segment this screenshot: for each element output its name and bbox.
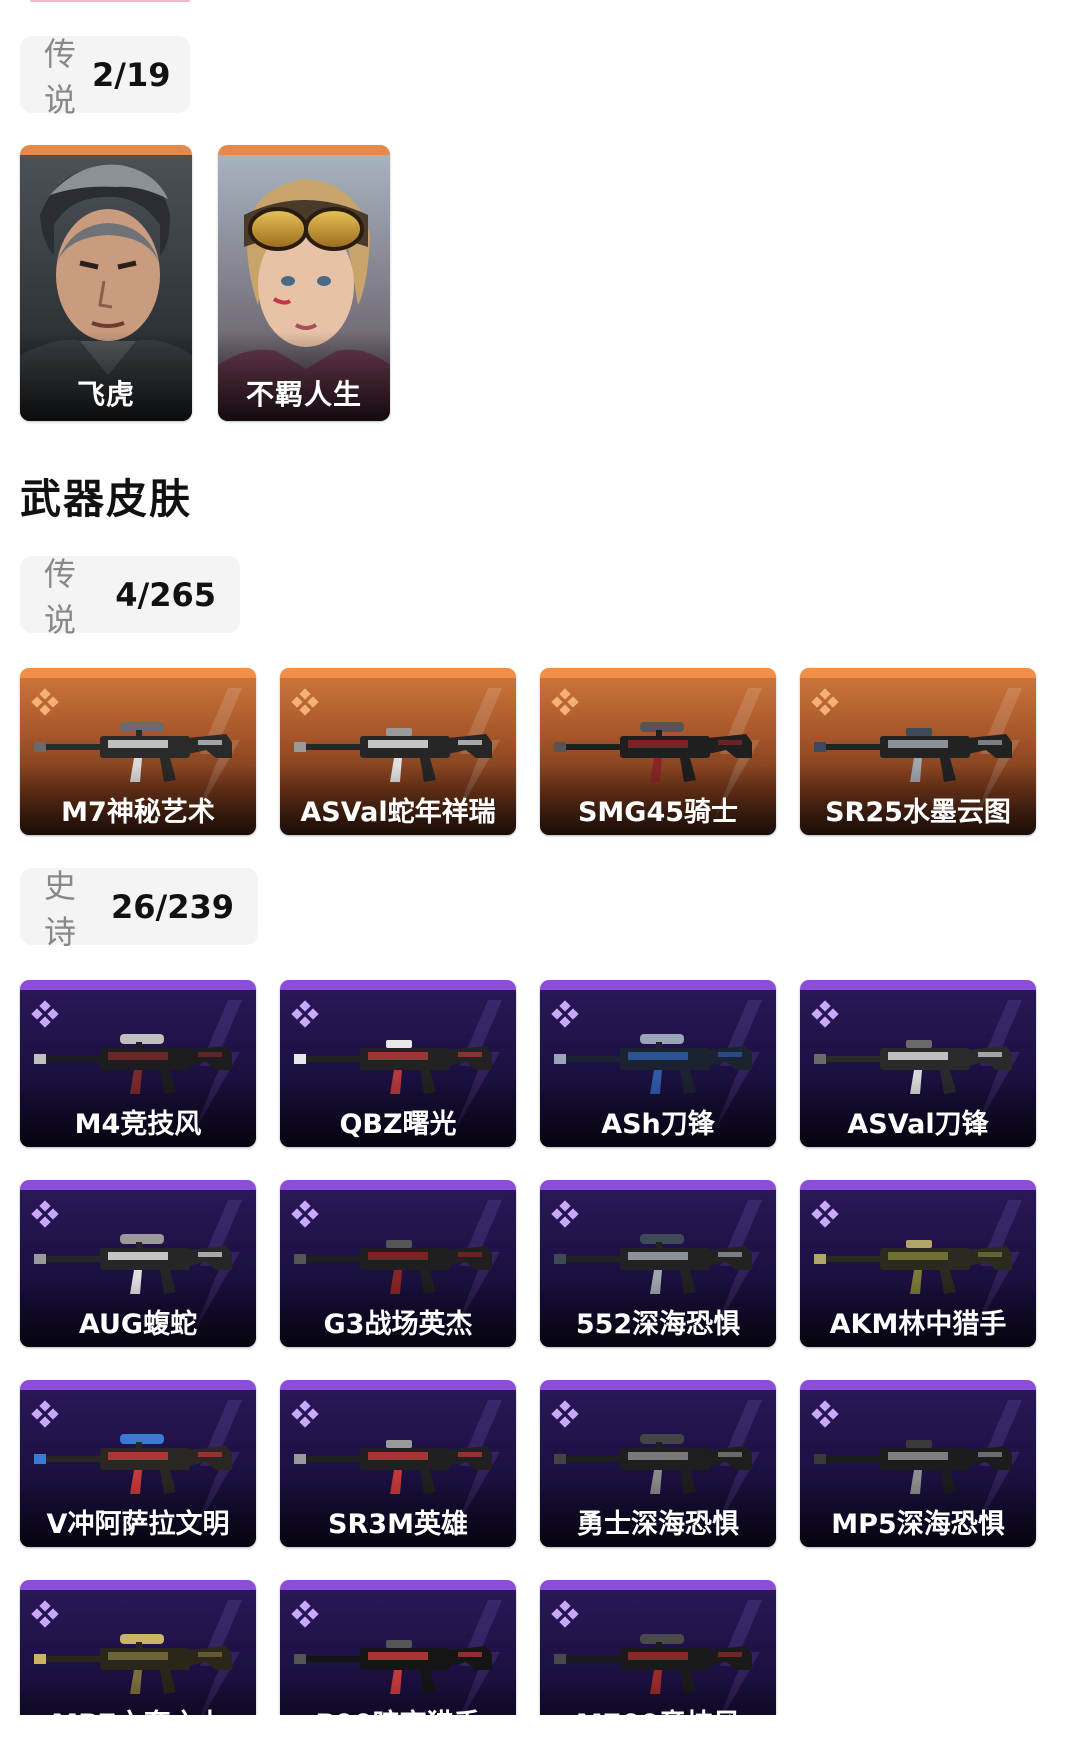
weapon-skin-card[interactable]: SR25水墨云图 [800, 668, 1036, 835]
weapon-epic-filter[interactable]: 史诗 26/239 [20, 867, 258, 951]
weapon-skin-card[interactable]: AUG蝮蛇 [20, 1180, 256, 1347]
rarity-count: 26/239 [110, 887, 234, 926]
weapon-skin-name: M7神秘艺术 [61, 797, 215, 828]
character-card[interactable]: 飞虎 [20, 145, 192, 421]
weapon-skin-card[interactable]: ASVal刀锋 [800, 980, 1036, 1147]
character-name: 飞虎 [76, 378, 135, 411]
rarity-label: 传说 [44, 34, 79, 119]
weapon-skin-name: MP5深海恐惧 [831, 1509, 1005, 1540]
weapon-skin-name: ASh刀锋 [601, 1109, 715, 1140]
weapon-skin-card[interactable]: ASh刀锋 [540, 980, 776, 1147]
weapon-skin-name: M4竞技风 [74, 1109, 202, 1140]
weapon-skin-card[interactable]: M4竞技风 [20, 980, 256, 1147]
weapon-skin-card[interactable]: V冲阿萨拉文明 [20, 1380, 256, 1547]
weapon-skin-card[interactable]: QBZ曙光 [280, 980, 516, 1147]
weapon-skin-name: 勇士深海恐惧 [577, 1509, 739, 1540]
character-name: 不羁人生 [245, 378, 362, 411]
weapon-skin-card[interactable]: G3战场英杰 [280, 1180, 516, 1347]
weapon-skin-name: AUG蝮蛇 [78, 1309, 198, 1340]
weapon-skin-name: G3战场英杰 [323, 1309, 473, 1340]
rarity-count: 4/265 [115, 575, 216, 614]
weapon-skin-name: 552深海恐惧 [575, 1309, 741, 1340]
weapon-skin-name: AKM林中猎手 [829, 1309, 1007, 1340]
weapon-skin-card[interactable]: SR3M英雄 [280, 1380, 516, 1547]
weapon-skin-name: SR3M英雄 [328, 1509, 468, 1540]
weapon-skins-title: 武器皮肤 [20, 475, 192, 523]
weapon-skin-card[interactable]: SMG45骑士 [540, 668, 776, 835]
weapon-skin-card[interactable]: 勇士深海恐惧 [540, 1380, 776, 1547]
weapon-skin-name: QBZ曙光 [339, 1109, 457, 1140]
weapon-skin-card[interactable]: M7神秘艺术 [20, 668, 256, 835]
rarity-count: 2/19 [92, 55, 171, 94]
character-card[interactable]: 不羁人生 [218, 145, 390, 421]
weapon-skin-name: SR25水墨云图 [825, 797, 1011, 828]
top-tab-indicator [30, 0, 190, 2]
weapon-skin-name: V冲阿萨拉文明 [46, 1509, 230, 1540]
weapon-skin-name: SMG45骑士 [577, 797, 739, 828]
weapon-skin-card[interactable]: 552深海恐惧 [540, 1180, 776, 1347]
character-legend-filter[interactable]: 传说 2/19 [20, 35, 190, 119]
weapon-skin-card[interactable]: MP5深海恐惧 [800, 1380, 1036, 1547]
weapon-skin-card[interactable]: AKM林中猎手 [800, 1180, 1036, 1347]
weapon-skin-name: ASVal刀锋 [847, 1109, 989, 1140]
weapon-skin-card[interactable]: ASVal蛇年祥瑞 [280, 668, 516, 835]
weapon-legend-filter[interactable]: 传说 4/265 [20, 555, 240, 639]
rarity-label: 传说 [44, 554, 79, 639]
weapon-skin-name: ASVal蛇年祥瑞 [300, 797, 496, 828]
rarity-label: 史诗 [44, 866, 79, 951]
